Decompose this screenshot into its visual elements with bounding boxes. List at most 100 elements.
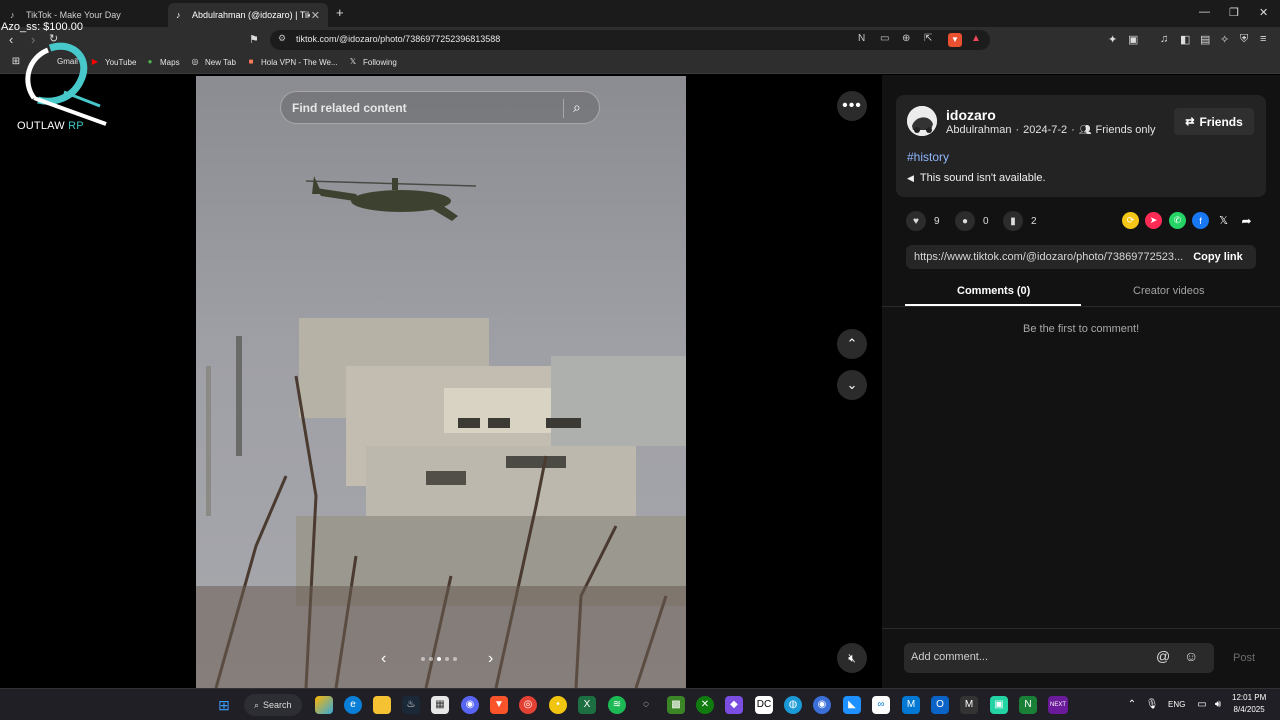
language-indicator[interactable]: ENG	[1168, 700, 1185, 709]
minimize-icon[interactable]: —	[1199, 6, 1210, 18]
bookmark-hola[interactable]: ■ Hola VPN - The We...	[246, 57, 338, 67]
next-app-icon[interactable]: NEXT	[1048, 696, 1068, 714]
file-explorer-icon[interactable]	[373, 696, 391, 714]
wallet-icon[interactable]: ▣	[1128, 33, 1138, 46]
store-icon[interactable]: ▦	[431, 696, 449, 714]
spotify-icon[interactable]: ≋	[608, 696, 626, 714]
share-facebook-icon[interactable]: f	[1192, 212, 1209, 229]
previous-post-button[interactable]: ⌃	[837, 329, 867, 359]
wallet-icon-2[interactable]: ▤	[1200, 33, 1210, 46]
carousel-dot[interactable]	[421, 657, 425, 661]
browser-app-icon[interactable]: ◍	[784, 696, 802, 714]
site-info-icon[interactable]: ⚙	[278, 33, 286, 44]
sound-info[interactable]: ◀ This sound isn't available.	[907, 172, 1046, 184]
share-x-icon[interactable]: 𝕏	[1215, 212, 1232, 229]
bookmark-following[interactable]: 𝕏 Following	[348, 57, 397, 67]
reader-icon[interactable]: ▭	[880, 33, 889, 44]
m-app-icon[interactable]: M	[902, 696, 920, 714]
bm-app-icon[interactable]: M	[960, 696, 978, 714]
outlook-icon[interactable]: O	[931, 696, 949, 714]
extensions-icon[interactable]: ✦	[1108, 33, 1117, 46]
translate-icon[interactable]: N	[858, 33, 865, 44]
copy-link-button[interactable]: Copy link	[1180, 245, 1256, 269]
xbox-icon[interactable]: ✕	[696, 696, 714, 714]
brave-icon[interactable]: ▼	[490, 696, 508, 714]
carousel-dot[interactable]	[445, 657, 449, 661]
mention-icon[interactable]: @	[1156, 648, 1170, 664]
vpn-app-icon[interactable]: ◉	[813, 696, 831, 714]
display-name[interactable]: Abdulrahman	[946, 124, 1011, 136]
search-placeholder: Find related content	[292, 101, 407, 115]
zoom-icon[interactable]: ⊕	[902, 33, 910, 44]
chat-app-icon[interactable]: •	[549, 696, 567, 714]
new-tab-button[interactable]: +	[336, 5, 344, 20]
maximize-icon[interactable]: ❐	[1229, 6, 1239, 19]
sidebar-icon[interactable]: ◧	[1180, 33, 1190, 46]
taskbar-search[interactable]: ⌕ Search	[244, 694, 302, 716]
sync-app-icon[interactable]: ◌	[637, 696, 655, 714]
post-photo[interactable]	[196, 76, 686, 688]
share-more-icon[interactable]: ➦	[1238, 212, 1255, 229]
save-button[interactable]: ▮ 2	[1003, 211, 1037, 231]
mute-button[interactable]: 🔇︎	[837, 643, 867, 673]
share-send-icon[interactable]: ➤	[1145, 212, 1162, 229]
share-whatsapp-icon[interactable]: ✆	[1169, 212, 1186, 229]
microphone-icon[interactable]: 🎙︎	[1143, 696, 1161, 714]
bookmark-maps[interactable]: ● Maps	[145, 57, 180, 67]
tray-overflow-icon[interactable]: ⌃	[1123, 696, 1141, 714]
dc-app-icon[interactable]: DC	[755, 696, 773, 714]
bookmark-new-tab[interactable]: ◎ New Tab	[190, 57, 236, 67]
comment-input[interactable]: Add comment... @ ☺	[904, 643, 1214, 673]
brave-rewards-icon[interactable]: ▲	[971, 33, 981, 44]
back-icon[interactable]: ‹	[9, 32, 13, 47]
nb-app-icon[interactable]: N	[1019, 696, 1037, 714]
game-launcher-icon[interactable]: ◆	[725, 696, 743, 714]
brave-shields-icon[interactable]: ▼	[948, 33, 962, 47]
emoji-icon[interactable]: ☺	[1184, 648, 1198, 664]
bookmark-icon[interactable]: ⚑	[249, 33, 259, 46]
comment-button[interactable]: ● 0	[955, 211, 989, 231]
carousel-prev-icon[interactable]: ‹	[381, 650, 386, 668]
more-options-button[interactable]: •••	[837, 91, 867, 121]
system-clock[interactable]: 12:01 PM 8/4/2025	[1232, 692, 1266, 716]
post-link-text[interactable]: https://www.tiktok.com/@idozaro/photo/73…	[914, 251, 1184, 263]
carousel-dot[interactable]	[453, 657, 457, 661]
close-window-icon[interactable]: ✕	[1259, 6, 1268, 19]
hashtag-link[interactable]: #history	[907, 150, 949, 164]
find-related-search[interactable]: Find related content ⌕	[280, 91, 600, 124]
tab-comments[interactable]: Comments (0)	[957, 285, 1030, 297]
discord-icon[interactable]: ◉	[461, 696, 479, 714]
chrome-icon[interactable]: ◎	[519, 696, 537, 714]
minecraft-icon[interactable]: ▩	[667, 696, 685, 714]
azure-app-icon[interactable]: ∞	[872, 696, 890, 714]
close-tab-icon[interactable]: ✕	[311, 9, 320, 22]
friends-button[interactable]: ⇄ Friends	[1174, 108, 1254, 135]
wolf-app-icon[interactable]: ◣	[843, 696, 861, 714]
windows-start-icon[interactable]: ⊞	[215, 696, 233, 714]
tab-tiktok-profile[interactable]: ♪ Abdulrahman (@idozaro) | TikTo ✕	[168, 3, 328, 27]
active-tab-indicator	[905, 304, 1081, 306]
terminal-app-icon[interactable]: ▣	[990, 696, 1008, 714]
username[interactable]: idozaro	[946, 107, 996, 123]
next-post-button[interactable]: ⌄	[837, 370, 867, 400]
tab-creator-videos[interactable]: Creator videos	[1133, 285, 1205, 297]
share-page-icon[interactable]: ⇱	[924, 33, 932, 44]
excel-icon[interactable]: X	[578, 696, 596, 714]
steam-icon[interactable]: ♨	[402, 696, 420, 714]
copilot-icon[interactable]	[315, 696, 333, 714]
address-bar[interactable]: ⚙ tiktok.com/@idozaro/photo/738697725239…	[270, 30, 990, 50]
media-icon[interactable]: ♫	[1160, 33, 1168, 45]
vpn-icon[interactable]: ⛨	[1240, 33, 1248, 46]
share-repost-icon[interactable]: ⟳	[1122, 212, 1139, 229]
menu-icon[interactable]: ≡	[1260, 33, 1266, 45]
like-button[interactable]: ♥ 9	[906, 211, 940, 231]
carousel-dot[interactable]	[429, 657, 433, 661]
avatar[interactable]	[907, 106, 937, 136]
volume-icon[interactable]: 🔊︎	[1209, 696, 1227, 714]
carousel-dot[interactable]	[437, 657, 441, 661]
search-icon[interactable]: ⌕	[573, 99, 581, 116]
post-comment-button[interactable]: Post	[1233, 652, 1255, 664]
leo-ai-icon[interactable]: ✧	[1220, 33, 1229, 46]
carousel-next-icon[interactable]: ›	[488, 650, 493, 668]
edge-icon[interactable]: e	[344, 696, 362, 714]
